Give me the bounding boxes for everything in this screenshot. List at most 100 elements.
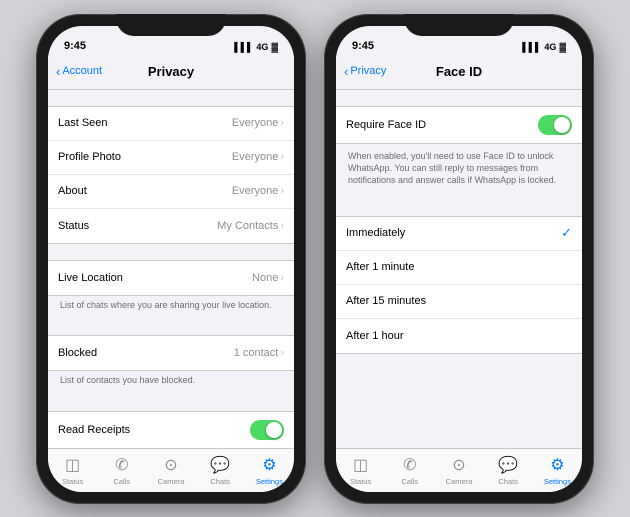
chevron-right: › xyxy=(280,220,284,232)
status-label: Status xyxy=(58,220,89,232)
list-group-read-receipts: Read Receipts xyxy=(48,411,294,448)
settings-tab-icon: ⚙ xyxy=(262,455,276,475)
content-area-2: Require Face ID When enabled, you'll nee… xyxy=(336,90,582,448)
camera-tab-label: Camera xyxy=(158,477,185,486)
back-label: Account xyxy=(62,65,102,77)
chevron-right: › xyxy=(280,347,284,359)
face-id-toggle[interactable] xyxy=(538,115,572,135)
tab-status[interactable]: ◫ Status xyxy=(48,455,97,486)
section-blocked: Blocked 1 contact › List of contacts you… xyxy=(48,335,294,395)
list-group-blocked: Blocked 1 contact › xyxy=(48,335,294,371)
read-receipts-toggle[interactable] xyxy=(250,420,284,440)
settings-tab-label-2: Settings xyxy=(544,477,571,486)
list-item-1-hour[interactable]: After 1 hour xyxy=(336,319,582,353)
blocked-value: 1 contact › xyxy=(234,347,284,359)
status-tab-label-2: Status xyxy=(350,477,371,486)
status-icons-2: ▌▌▌ 4G ▓ xyxy=(522,42,566,52)
blocked-label: Blocked xyxy=(58,347,97,359)
calls-tab-label: Calls xyxy=(113,477,130,486)
calls-tab-label-2: Calls xyxy=(401,477,418,486)
notch xyxy=(404,14,514,36)
require-face-id-label: Require Face ID xyxy=(346,119,426,131)
1-minute-label: After 1 minute xyxy=(346,261,414,273)
chevron-right: › xyxy=(280,272,284,284)
tab-calls[interactable]: ✆ Calls xyxy=(97,455,146,486)
tab-camera-2[interactable]: ⊙ Camera xyxy=(434,455,483,486)
chats-tab-label: Chats xyxy=(210,477,230,486)
tab-chats[interactable]: 💬 Chats xyxy=(196,455,245,486)
notch xyxy=(116,14,226,36)
back-chevron: ‹ xyxy=(56,64,60,79)
profile-photo-value: Everyone › xyxy=(232,151,284,163)
tab-camera[interactable]: ⊙ Camera xyxy=(146,455,195,486)
signal-icon-2: ▌▌▌ xyxy=(522,42,541,52)
face-id-description: When enabled, you'll need to use Face ID… xyxy=(336,144,582,196)
calls-tab-icon-2: ✆ xyxy=(403,455,416,475)
list-group-time-options: Immediately ✓ After 1 minute After 15 mi… xyxy=(336,216,582,354)
list-group-face-id: Require Face ID xyxy=(336,106,582,144)
read-receipts-label: Read Receipts xyxy=(58,424,130,436)
status-tab-icon: ◫ xyxy=(65,455,80,475)
list-item-1-minute[interactable]: After 1 minute xyxy=(336,251,582,285)
phone-privacy: 9:45 ▌▌▌ 4G ▓ ‹ Account Privacy Last See… xyxy=(36,14,306,504)
list-item-live-location[interactable]: Live Location None › xyxy=(48,261,294,295)
list-item-read-receipts[interactable]: Read Receipts xyxy=(48,412,294,448)
15-minutes-label: After 15 minutes xyxy=(346,295,426,307)
list-item-last-seen[interactable]: Last Seen Everyone › xyxy=(48,107,294,141)
tab-chats-2[interactable]: 💬 Chats xyxy=(484,455,533,486)
list-group-visibility: Last Seen Everyone › Profile Photo Every… xyxy=(48,106,294,244)
back-label-2: Privacy xyxy=(350,65,386,77)
tab-calls-2[interactable]: ✆ Calls xyxy=(385,455,434,486)
tab-bar: ◫ Status ✆ Calls ⊙ Camera 💬 Chats ⚙ Sett… xyxy=(48,448,294,492)
list-item-blocked[interactable]: Blocked 1 contact › xyxy=(48,336,294,370)
back-chevron-2: ‹ xyxy=(344,64,348,79)
chats-tab-icon: 💬 xyxy=(210,455,230,475)
list-item-immediately[interactable]: Immediately ✓ xyxy=(336,217,582,251)
blocked-desc: List of contacts you have blocked. xyxy=(48,371,294,395)
list-item-profile-photo[interactable]: Profile Photo Everyone › xyxy=(48,141,294,175)
list-group-live-location: Live Location None › xyxy=(48,260,294,296)
back-button-2[interactable]: ‹ Privacy xyxy=(344,64,386,79)
list-item-status[interactable]: Status My Contacts › xyxy=(48,209,294,243)
calls-tab-icon: ✆ xyxy=(115,455,128,475)
list-item-15-minutes[interactable]: After 15 minutes xyxy=(336,285,582,319)
status-tab-icon-2: ◫ xyxy=(353,455,368,475)
wifi-icon-2: 4G xyxy=(544,42,556,52)
status-icons: ▌▌▌ 4G ▓ xyxy=(234,42,278,52)
settings-tab-icon-2: ⚙ xyxy=(550,455,564,475)
list-item-about[interactable]: About Everyone › xyxy=(48,175,294,209)
1-hour-label: After 1 hour xyxy=(346,330,403,342)
tab-settings-2[interactable]: ⚙ Settings xyxy=(533,455,582,486)
status-tab-label: Status xyxy=(62,477,83,486)
section-read-receipts: Read Receipts If you turn off read recei… xyxy=(48,411,294,448)
list-item-require-face-id[interactable]: Require Face ID xyxy=(336,107,582,143)
tab-status-2[interactable]: ◫ Status xyxy=(336,455,385,486)
immediately-label: Immediately xyxy=(346,227,405,239)
last-seen-label: Last Seen xyxy=(58,117,108,129)
live-location-label: Live Location xyxy=(58,272,123,284)
battery-icon: ▓ xyxy=(271,42,278,52)
content-area: Last Seen Everyone › Profile Photo Every… xyxy=(48,90,294,448)
profile-photo-label: Profile Photo xyxy=(58,151,121,163)
camera-tab-icon: ⊙ xyxy=(164,455,177,475)
chevron-right: › xyxy=(280,151,284,163)
section-visibility: Last Seen Everyone › Profile Photo Every… xyxy=(48,106,294,244)
checkmark-icon: ✓ xyxy=(561,225,572,241)
chevron-right: › xyxy=(280,117,284,129)
settings-tab-label: Settings xyxy=(256,477,283,486)
about-label: About xyxy=(58,185,87,197)
wifi-icon: 4G xyxy=(256,42,268,52)
battery-icon-2: ▓ xyxy=(559,42,566,52)
status-time: 9:45 xyxy=(64,40,86,52)
tab-bar-2: ◫ Status ✆ Calls ⊙ Camera 💬 Chats ⚙ Sett… xyxy=(336,448,582,492)
chats-tab-label-2: Chats xyxy=(498,477,518,486)
back-button[interactable]: ‹ Account xyxy=(56,64,102,79)
page-title-2: Face ID xyxy=(436,64,482,79)
about-value: Everyone › xyxy=(232,185,284,197)
tab-settings[interactable]: ⚙ Settings xyxy=(245,455,294,486)
section-live-location: Live Location None › List of chats where… xyxy=(48,260,294,320)
chevron-right: › xyxy=(280,185,284,197)
camera-tab-label-2: Camera xyxy=(446,477,473,486)
page-title: Privacy xyxy=(148,64,194,79)
status-value: My Contacts › xyxy=(217,220,284,232)
